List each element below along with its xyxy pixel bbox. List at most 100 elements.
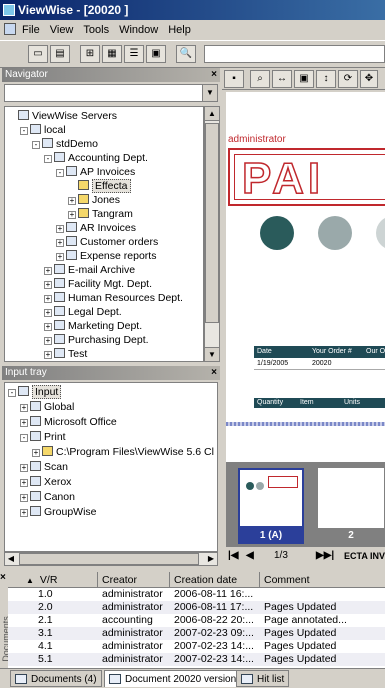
scroll-right-icon[interactable]: ▶ xyxy=(205,553,217,565)
search-input[interactable] xyxy=(204,45,385,63)
table-row[interactable]: 1.0 administrator 2006-08-11 16:... xyxy=(8,588,385,601)
table-row[interactable]: 2.0 administrator 2006-08-11 17:... Pages U… xyxy=(8,601,385,614)
input_tray-tree-item[interactable]: + Canon xyxy=(20,491,75,504)
thumbnail-page-2[interactable] xyxy=(318,468,384,528)
expand-icon[interactable]: + xyxy=(44,309,52,317)
mdi-document-icon[interactable] xyxy=(4,23,16,35)
input_tray-tree-item[interactable]: + C:\Program Files\ViewWise 5.6 Cl xyxy=(32,446,214,459)
expand-icon[interactable]: + xyxy=(68,211,76,219)
prev-page-icon[interactable]: ◀ xyxy=(246,550,254,561)
navigator-tree-item[interactable]: + Purchasing Dept. xyxy=(44,334,149,347)
expand-icon[interactable]: + xyxy=(20,494,28,502)
expand-icon[interactable]: + xyxy=(56,253,64,261)
expand-icon[interactable]: + xyxy=(20,419,28,427)
navigator-tree-item[interactable]: + Human Resources Dept. xyxy=(44,292,183,305)
navigator-tree-item[interactable]: + Expense reports xyxy=(56,250,156,263)
navigator-tree-item[interactable]: + Tangram xyxy=(68,208,133,221)
input_tray-tree-item[interactable]: + Xerox xyxy=(20,476,71,489)
input-tray-hscrollbar[interactable]: ◀ ▶ xyxy=(4,552,218,566)
menu-window[interactable]: Window xyxy=(119,24,158,36)
zoom-icon[interactable]: ⌕ xyxy=(250,70,270,88)
input_tray-tree-item[interactable]: + GroupWise xyxy=(20,506,97,519)
tab-documents[interactable]: Documents (4) xyxy=(10,670,102,687)
scroll-thumb[interactable] xyxy=(205,123,219,323)
navigator-tree-item[interactable]: + Marketing Dept. xyxy=(44,320,142,333)
collapse-icon[interactable]: - xyxy=(20,127,28,135)
navigator-tree-item[interactable]: + Facility Mgt. Dept. xyxy=(44,278,152,291)
table-row[interactable]: 5.1 administrator 2007-02-23 14:... Pages U… xyxy=(8,653,385,666)
tree-view-icon[interactable]: ⊞ xyxy=(80,45,100,63)
expand-icon[interactable]: + xyxy=(44,267,52,275)
input_tray-tree-item[interactable]: - Print xyxy=(20,431,66,444)
navigator-combo[interactable]: ▼ xyxy=(4,84,218,102)
grid-close-icon[interactable]: × xyxy=(0,572,6,583)
navigator-tree-item[interactable]: + Jones xyxy=(68,194,120,207)
navigator-scrollbar[interactable]: ▲ ▼ xyxy=(204,106,220,362)
navigator-tree[interactable]: ViewWise Servers - local - stdDemo - Accountin… xyxy=(4,106,204,362)
navigator-tree-item[interactable]: - local xyxy=(20,124,66,137)
chevron-down-icon[interactable]: ▼ xyxy=(202,85,217,101)
find-icon[interactable]: 🔍 xyxy=(176,45,196,63)
hscroll-thumb[interactable] xyxy=(19,553,199,565)
expand-icon[interactable]: + xyxy=(44,281,52,289)
expand-icon[interactable]: + xyxy=(20,404,28,412)
expand-icon[interactable]: + xyxy=(44,337,52,345)
collapse-icon[interactable]: - xyxy=(8,389,16,397)
pan-icon[interactable]: ✥ xyxy=(360,70,378,88)
expand-icon[interactable]: + xyxy=(20,479,28,487)
navigator-tree-item[interactable]: - AP Invoices xyxy=(56,166,135,179)
scroll-up-icon[interactable]: ▲ xyxy=(205,107,219,121)
fit-page-icon[interactable]: ▣ xyxy=(294,70,314,88)
expand-icon[interactable]: + xyxy=(32,449,40,457)
document-page[interactable]: administrator PAI Date Your Order # Our … xyxy=(226,92,385,462)
expand-icon[interactable]: + xyxy=(44,295,52,303)
menu-help[interactable]: Help xyxy=(168,24,191,36)
column-comment[interactable]: Comment xyxy=(260,572,385,588)
navigator-tree-item[interactable]: + E-mail Archive xyxy=(44,264,135,277)
next-page-icon[interactable]: ▶▶| xyxy=(316,550,334,561)
input_tray-tree-item[interactable]: - Input xyxy=(8,385,62,399)
expand-icon[interactable]: + xyxy=(20,509,28,517)
first-page-icon[interactable]: |◀ xyxy=(228,550,239,561)
input_tray-tree-item[interactable]: + Microsoft Office xyxy=(20,416,117,429)
column-creation-date[interactable]: Creation date xyxy=(170,572,260,588)
expand-icon[interactable]: + xyxy=(44,351,52,359)
column-vr[interactable]: ▲ V/R xyxy=(8,572,98,588)
properties-icon[interactable]: ☰ xyxy=(124,45,144,63)
navigator-close-icon[interactable]: × xyxy=(211,68,217,82)
menu-file[interactable]: File xyxy=(22,24,40,36)
menu-view[interactable]: View xyxy=(50,24,74,36)
expand-icon[interactable]: + xyxy=(20,464,28,472)
fit-width-icon[interactable]: ↔ xyxy=(272,70,292,88)
input-tray-close-icon[interactable]: × xyxy=(211,366,217,380)
folder-props-icon[interactable]: ▣ xyxy=(146,45,166,63)
collapse-icon[interactable]: - xyxy=(20,434,28,442)
tab-hit-list[interactable]: Hit list xyxy=(236,670,290,687)
thumbnail-page-1[interactable] xyxy=(238,468,304,528)
scroll-left-icon[interactable]: ◀ xyxy=(5,553,17,565)
expand-icon[interactable]: + xyxy=(56,239,64,247)
table-row[interactable]: 4.1 administrator 2007-02-23 14:... Pages U… xyxy=(8,640,385,653)
column-creator[interactable]: Creator xyxy=(98,572,170,588)
collapse-icon[interactable]: - xyxy=(56,169,64,177)
expand-icon[interactable]: + xyxy=(68,197,76,205)
menu-tools[interactable]: Tools xyxy=(83,24,109,36)
navigator-tree-item[interactable]: + Test xyxy=(44,348,87,361)
table-row[interactable]: 2.1 accounting 2006-08-22 20:... Page annot… xyxy=(8,614,385,627)
file-cabinet-icon[interactable]: ▦ xyxy=(102,45,122,63)
rotate-icon[interactable]: ⟳ xyxy=(338,70,358,88)
navigator-tree-item[interactable]: - stdDemo xyxy=(32,138,98,151)
scroll-down-icon[interactable]: ▼ xyxy=(205,347,219,361)
fit-height-icon[interactable]: ↕ xyxy=(316,70,336,88)
collapse-icon[interactable]: - xyxy=(44,155,52,163)
save-icon[interactable]: ▪ xyxy=(224,70,244,88)
expand-icon[interactable]: + xyxy=(56,225,64,233)
tab-document-versions[interactable]: Document 20020 versions xyxy=(104,670,247,687)
navigator-tree-item[interactable]: + Legal Dept. xyxy=(44,306,122,319)
table-row[interactable]: 3.1 administrator 2007-02-23 09:... Pages U… xyxy=(8,627,385,640)
collapse-icon[interactable]: - xyxy=(32,141,40,149)
input-tray-toggle-icon[interactable]: ▤ xyxy=(50,45,70,63)
navigator-tree-item[interactable]: + Customer orders xyxy=(56,236,158,249)
navigator-toggle-icon[interactable]: ▭ xyxy=(28,45,48,63)
navigator-tree-item[interactable]: - Accounting Dept. xyxy=(44,152,148,165)
